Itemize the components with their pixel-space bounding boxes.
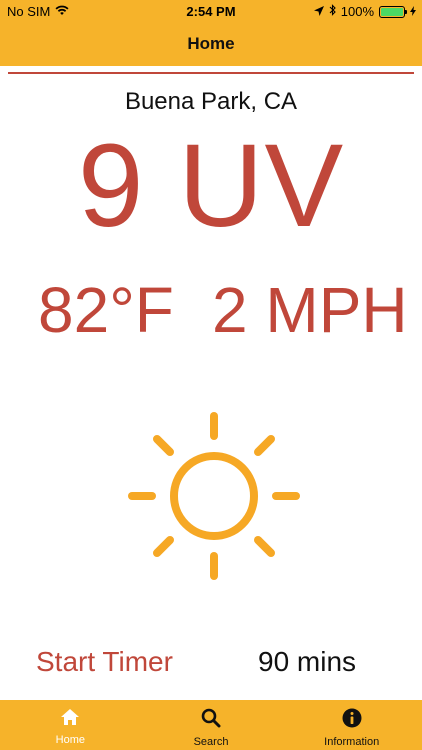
tab-home[interactable]: Home [0, 700, 141, 750]
tab-home-label: Home [55, 734, 85, 746]
uv-index: 9 UV [77, 120, 345, 252]
sun-icon [124, 408, 304, 588]
wind-speed-value: 2 MPH [212, 274, 408, 346]
divider [8, 72, 414, 74]
start-timer-button[interactable]: Start Timer [36, 646, 173, 678]
info-icon [342, 708, 362, 733]
charging-bolt-icon [410, 4, 416, 19]
home-icon [60, 708, 80, 731]
status-right: 100% [313, 4, 416, 19]
bluetooth-icon [329, 4, 336, 19]
location-arrow-icon [313, 4, 324, 19]
location-label: Buena Park, CA [124, 88, 298, 115]
battery-icon [379, 5, 407, 18]
tab-bar: Home Search Information [0, 700, 422, 750]
timer-duration[interactable]: 90 mins [258, 646, 356, 678]
status-bar: No SIM 2:54 PM 100% [0, 0, 422, 22]
tab-search-label: Search [193, 736, 229, 748]
search-icon [201, 708, 221, 733]
page-title: Home [187, 34, 235, 53]
temperature-value: 82°F [38, 274, 174, 346]
tab-information[interactable]: Information [281, 700, 422, 750]
tab-information-label: Information [324, 736, 380, 748]
top-bar: No SIM 2:54 PM 100% Home [0, 0, 422, 66]
tab-search[interactable]: Search [141, 700, 282, 750]
battery-percent: 100% [340, 4, 374, 19]
